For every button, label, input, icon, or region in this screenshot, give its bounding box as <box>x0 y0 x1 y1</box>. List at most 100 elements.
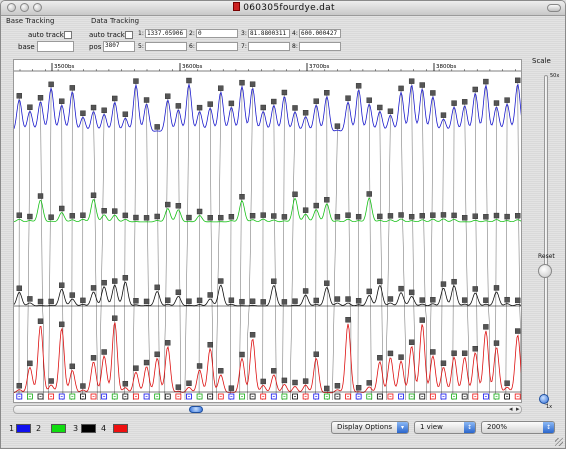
red-peak-marker <box>430 349 436 355</box>
channel-6-value[interactable] <box>196 42 238 51</box>
view-popup[interactable]: 1 view ↕ <box>414 421 476 434</box>
green-peak-marker <box>122 212 129 219</box>
red-peak-marker <box>345 317 351 323</box>
green-peak-marker <box>112 208 118 214</box>
black-peak-marker <box>101 279 107 286</box>
legend-2-number: 2 <box>36 424 42 433</box>
data-auto-track-label: auto track <box>89 31 125 39</box>
black-peak-marker <box>207 292 213 298</box>
red-peak-marker <box>69 363 76 370</box>
red-peak-marker <box>48 378 54 384</box>
green-peak-marker <box>260 212 266 218</box>
connector-line <box>262 109 264 400</box>
green-peak-marker <box>387 213 394 219</box>
green-peak-marker <box>48 214 54 220</box>
chevron-updown-icon: ↕ <box>543 422 554 433</box>
scroll-thumb[interactable] <box>189 406 203 413</box>
connector-line <box>71 89 73 400</box>
trace-viewer[interactable]: 3500bs 3600bs 3700bs 3800bs <box>13 59 522 403</box>
green-peak-marker <box>345 212 351 218</box>
black-peak-marker <box>419 297 425 303</box>
black-peak-marker <box>461 297 468 303</box>
blue-peak-marker <box>37 95 44 101</box>
reset-label[interactable]: Reset <box>538 253 555 260</box>
channel-3-label: 3: <box>241 30 247 37</box>
scale-label: Scale <box>532 57 551 65</box>
base-input[interactable] <box>37 41 74 52</box>
toolbar-toggle-button[interactable] <box>547 4 561 12</box>
app-window: 060305fourdye.dat Base Tracking auto tra… <box>0 0 566 449</box>
base-call-connectors <box>18 82 521 400</box>
black-peak-marker <box>440 281 447 287</box>
black-peak-marker <box>472 286 478 292</box>
horizontal-scrollbar[interactable] <box>13 405 522 414</box>
black-peak-marker <box>324 280 330 286</box>
channel-6-label: 6: <box>189 43 195 50</box>
scale-slider[interactable] <box>536 67 556 415</box>
red-peak-marker <box>27 360 33 367</box>
black-peak-marker <box>302 288 309 294</box>
base-field-label: base <box>18 43 35 51</box>
blue-peak-marker <box>355 83 362 89</box>
channel-3-value[interactable]: 81.8800311 <box>248 29 290 38</box>
channel-2-label: 2: <box>189 30 195 37</box>
connector-line <box>485 83 490 400</box>
data-auto-track-checkbox[interactable] <box>125 31 133 39</box>
black-peak-marker <box>281 299 288 305</box>
channel-4-value[interactable]: 600.000427 <box>299 29 341 38</box>
blue-peak-marker <box>207 101 213 107</box>
blue-peak-marker <box>101 107 107 114</box>
black-peak-marker <box>186 298 192 304</box>
blue-peak-marker <box>419 82 425 88</box>
green-peak-marker <box>483 214 489 220</box>
green-peak-marker <box>430 212 436 218</box>
blue-peak-marker <box>16 93 23 99</box>
pos-input[interactable]: 3807 <box>103 41 135 52</box>
base-call-row <box>16 393 521 400</box>
display-options-popup[interactable]: Display Options ▾ <box>331 421 409 434</box>
channel-4-label: 4: <box>292 30 298 37</box>
connector-line <box>400 90 406 400</box>
red-peak-marker <box>59 321 65 328</box>
resize-grip[interactable] <box>555 438 563 446</box>
channel-7-value[interactable] <box>248 42 290 51</box>
red-peak-marker <box>419 317 425 323</box>
green-peak-marker <box>377 213 383 220</box>
blue-peak-marker <box>239 79 245 86</box>
red-peak-marker <box>260 378 266 385</box>
blue-peak-marker <box>387 108 394 114</box>
black-peak-marker <box>218 278 224 284</box>
channel-8-value[interactable] <box>299 42 341 51</box>
base-auto-track-checkbox[interactable] <box>64 31 72 39</box>
view-label: 1 view <box>420 423 443 431</box>
black-peak-marker <box>165 297 171 303</box>
black-peak-marker <box>16 285 23 292</box>
zoom-popup[interactable]: 200% ↕ <box>481 421 555 434</box>
red-peak-marker <box>504 380 510 386</box>
blue-peak-marker <box>398 85 404 92</box>
channel-2-value[interactable]: 0 <box>196 29 238 38</box>
green-peak-marker <box>143 215 150 221</box>
legend-3-swatch[interactable] <box>81 424 96 433</box>
legend-1-number: 1 <box>9 424 15 433</box>
legend-2-swatch[interactable] <box>51 424 66 433</box>
ruler-label: 3500bs <box>54 64 74 70</box>
scroll-right-arrow[interactable]: ▸ <box>516 405 520 413</box>
scroll-left-arrow[interactable]: ◂ <box>509 405 513 413</box>
black-peak-marker <box>133 298 139 304</box>
connector-line <box>517 82 521 400</box>
red-peak-marker <box>207 341 213 348</box>
red-peak-marker <box>143 359 150 366</box>
black-peak-marker <box>292 298 298 304</box>
green-peak-marker <box>493 212 500 219</box>
green-peak-marker <box>366 191 372 197</box>
legend-1-swatch[interactable] <box>16 424 31 433</box>
channel-5-value[interactable] <box>145 42 187 51</box>
channel-1-value[interactable]: 1337.05906 <box>145 29 187 38</box>
scale-min-knob[interactable] <box>539 394 549 404</box>
legend-4-swatch[interactable] <box>113 424 128 433</box>
blue-peak-marker <box>186 77 192 84</box>
green-peak-marker <box>355 213 362 220</box>
scale-knob[interactable] <box>538 264 552 278</box>
connector-line <box>332 128 338 400</box>
